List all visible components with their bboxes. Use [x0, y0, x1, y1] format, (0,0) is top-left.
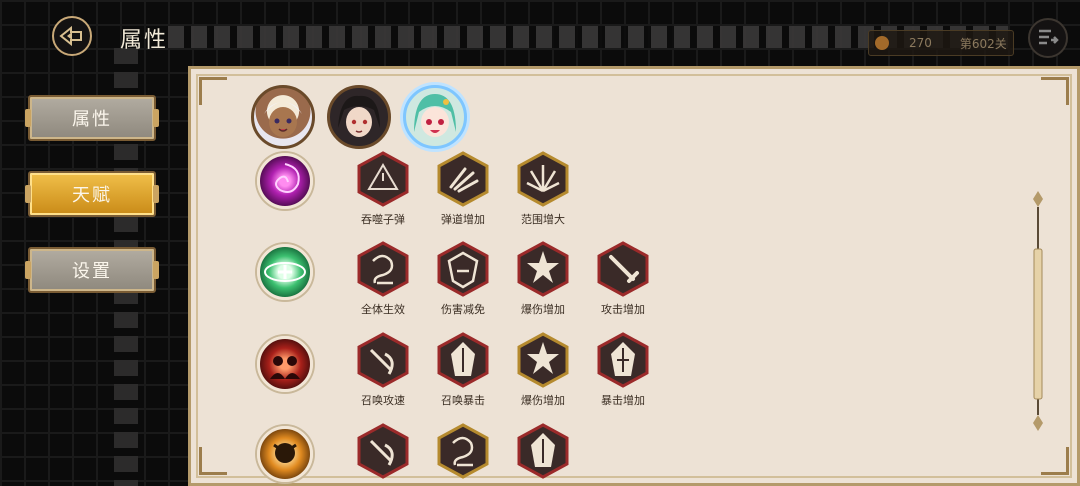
- talent-panel: 吞噬子弹 弹道增加 范围增大 全体生效 伤害减免 爆伤增加 攻击增加 召唤攻速 …: [188, 66, 1080, 486]
- resource-value: 270: [909, 36, 932, 50]
- skill-node[interactable]: [423, 423, 503, 479]
- summon-speed-icon: [357, 423, 409, 479]
- character-avatar-2[interactable]: [327, 85, 391, 149]
- exit-button[interactable]: [1028, 18, 1068, 58]
- coin-icon: [875, 36, 889, 50]
- crit-damage-icon: [517, 332, 569, 388]
- projectile-spread-icon: [437, 151, 489, 207]
- tab-settings[interactable]: 设置: [25, 247, 159, 293]
- damage-reduction-icon: [437, 241, 489, 297]
- skill-node[interactable]: 召唤攻速: [343, 332, 423, 408]
- skill-label: 伤害减免: [441, 303, 485, 316]
- corner-ornament: [199, 447, 227, 475]
- skill-node[interactable]: [343, 423, 423, 479]
- back-arrow-icon: [59, 25, 82, 47]
- skill-node[interactable]: 全体生效: [343, 241, 423, 317]
- warning-hex-icon: [357, 151, 409, 207]
- resource-bar: 270 第602关: [868, 30, 1014, 56]
- skill-node[interactable]: 弹道增加: [423, 151, 503, 227]
- crit-damage-icon: [517, 241, 569, 297]
- scrollbar-track-icon: [1033, 191, 1043, 431]
- skill-label: 暴击增加: [601, 394, 645, 407]
- summon-crit-icon: [517, 423, 569, 479]
- exit-icon: [1039, 29, 1059, 45]
- skill-label: 吞噬子弹: [361, 213, 405, 226]
- skill-node[interactable]: [503, 423, 583, 479]
- corner-ornament: [1041, 447, 1069, 475]
- stage-label: 第602关: [959, 36, 1007, 51]
- tab-settings-label: 设置: [72, 261, 112, 282]
- class-icon-shield[interactable]: [257, 244, 313, 300]
- scrollbar[interactable]: [1031, 191, 1045, 431]
- corner-ornament: [199, 77, 227, 105]
- group-effect-icon: [437, 423, 489, 479]
- skill-label: 弹道增加: [441, 213, 485, 226]
- tab-talents-label: 天赋: [72, 185, 112, 206]
- character-portrait-icon: [414, 94, 456, 137]
- character-avatar-1[interactable]: [251, 85, 315, 149]
- crit-rate-icon: [597, 332, 649, 388]
- skill-node[interactable]: 范围增大: [503, 151, 583, 227]
- class-icon-demon[interactable]: [257, 426, 313, 482]
- skill-node[interactable]: 吞噬子弹: [343, 151, 423, 227]
- character-portrait-icon: [338, 95, 380, 137]
- summon-speed-icon: [357, 332, 409, 388]
- red-summon-icon: [270, 356, 300, 379]
- character-portrait-icon: [264, 102, 302, 137]
- skill-node[interactable]: 爆伤增加: [503, 241, 583, 317]
- skill-label: 爆伤增加: [521, 303, 565, 316]
- class-icon-summon[interactable]: [257, 336, 313, 392]
- character-avatar-3[interactable]: [403, 85, 467, 149]
- page-title: 属性: [120, 28, 169, 53]
- skill-label: 范围增大: [521, 213, 565, 226]
- sword-attack-icon: [597, 241, 649, 297]
- skill-node[interactable]: 召唤暴击: [423, 332, 503, 408]
- skill-label: 召唤攻速: [361, 394, 405, 407]
- skill-node[interactable]: 爆伤增加: [503, 332, 583, 408]
- tab-talents[interactable]: 天赋: [25, 171, 159, 217]
- group-effect-icon: [357, 241, 409, 297]
- tab-attributes[interactable]: 属性: [25, 95, 159, 141]
- skill-node[interactable]: 暴击增加: [583, 332, 663, 408]
- summon-crit-icon: [437, 332, 489, 388]
- corner-ornament: [1041, 77, 1069, 105]
- green-shield-icon: [264, 262, 306, 282]
- tab-attributes-label: 属性: [72, 109, 112, 130]
- purple-vortex-icon: [275, 163, 300, 193]
- skill-label: 攻击增加: [601, 303, 645, 316]
- class-icon-vortex[interactable]: [257, 153, 313, 209]
- skill-node[interactable]: 伤害减免: [423, 241, 503, 317]
- range-burst-icon: [517, 151, 569, 207]
- back-button[interactable]: [52, 16, 92, 56]
- skill-label: 爆伤增加: [521, 394, 565, 407]
- skill-node[interactable]: 攻击增加: [583, 241, 663, 317]
- skill-label: 全体生效: [361, 303, 405, 316]
- skill-label: 召唤暴击: [441, 394, 485, 407]
- gold-demon-icon: [273, 443, 297, 463]
